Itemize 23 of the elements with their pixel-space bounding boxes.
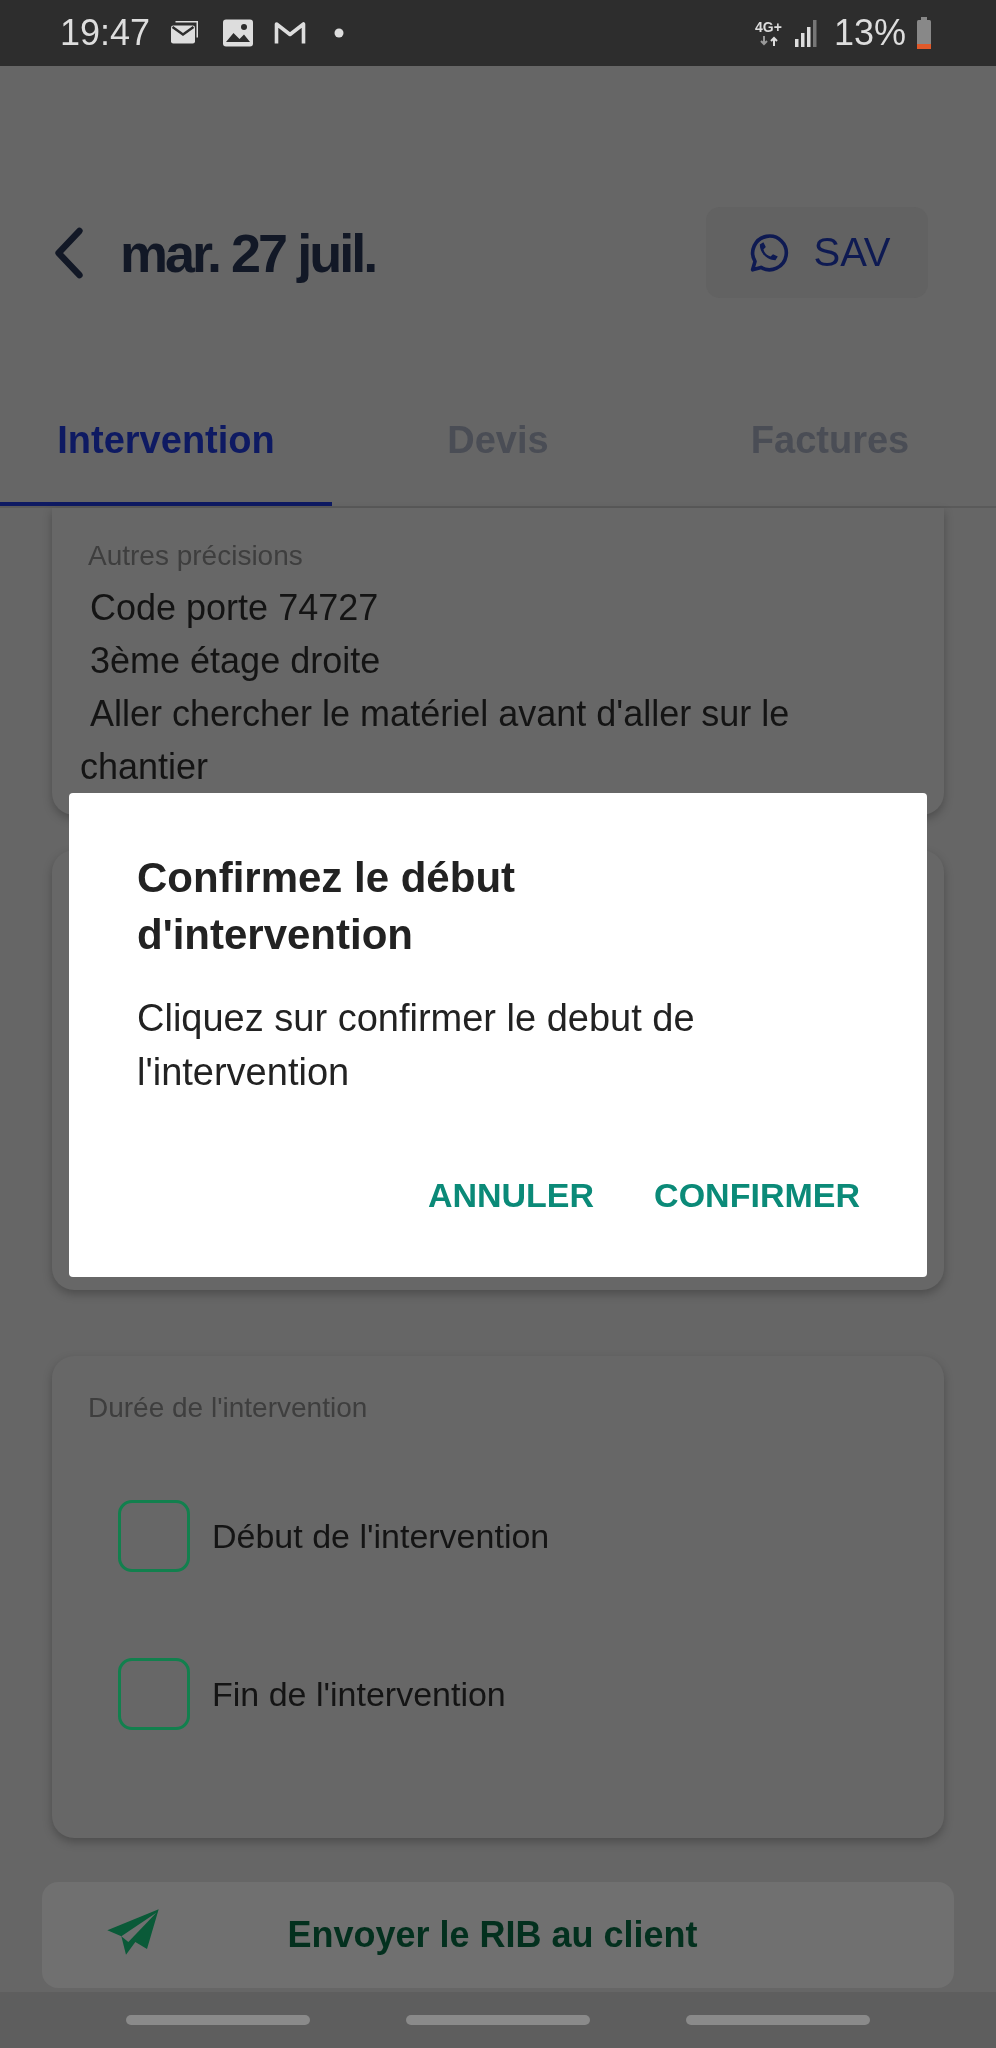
battery-icon bbox=[916, 17, 932, 49]
back-button[interactable] bbox=[52, 226, 86, 279]
signal-icon bbox=[793, 19, 818, 47]
notes-text: Code porte 74727 3ème étage droite Aller chercher le matériel avant d'aller sur le chantier bbox=[80, 586, 791, 789]
checkbox[interactable] bbox=[118, 1658, 190, 1730]
nav-bar-button[interactable] bbox=[126, 2015, 310, 2025]
dialog-button[interactable]: ANNULER bbox=[427, 1175, 595, 1215]
nav-bar-button[interactable] bbox=[686, 2015, 870, 2025]
checkbox-label: Début de l'intervention bbox=[212, 1516, 550, 1556]
checkbox-label: Fin de l'intervention bbox=[212, 1674, 506, 1714]
sav-button[interactable]: SAV bbox=[706, 207, 928, 298]
checkbox[interactable] bbox=[118, 1500, 190, 1572]
battery-percent: 13% bbox=[833, 12, 906, 54]
dot-icon bbox=[334, 28, 345, 38]
data-arrows-icon bbox=[758, 35, 779, 47]
dialog-button[interactable]: CONFIRMER bbox=[654, 1175, 860, 1215]
status-time: 19:47 bbox=[60, 12, 151, 54]
network-type: 4G+ bbox=[755, 19, 782, 35]
dialog-title: Confirmez le début d'intervention bbox=[137, 853, 517, 960]
send-rib-button[interactable]: Envoyer le RIB au client bbox=[42, 1882, 954, 1988]
dialog-message: Cliquez sur confirmer le debut de l'intervention bbox=[137, 996, 696, 1095]
nav-bar-button[interactable] bbox=[406, 2015, 590, 2025]
date-title: mar. 27 juil. bbox=[120, 221, 376, 284]
